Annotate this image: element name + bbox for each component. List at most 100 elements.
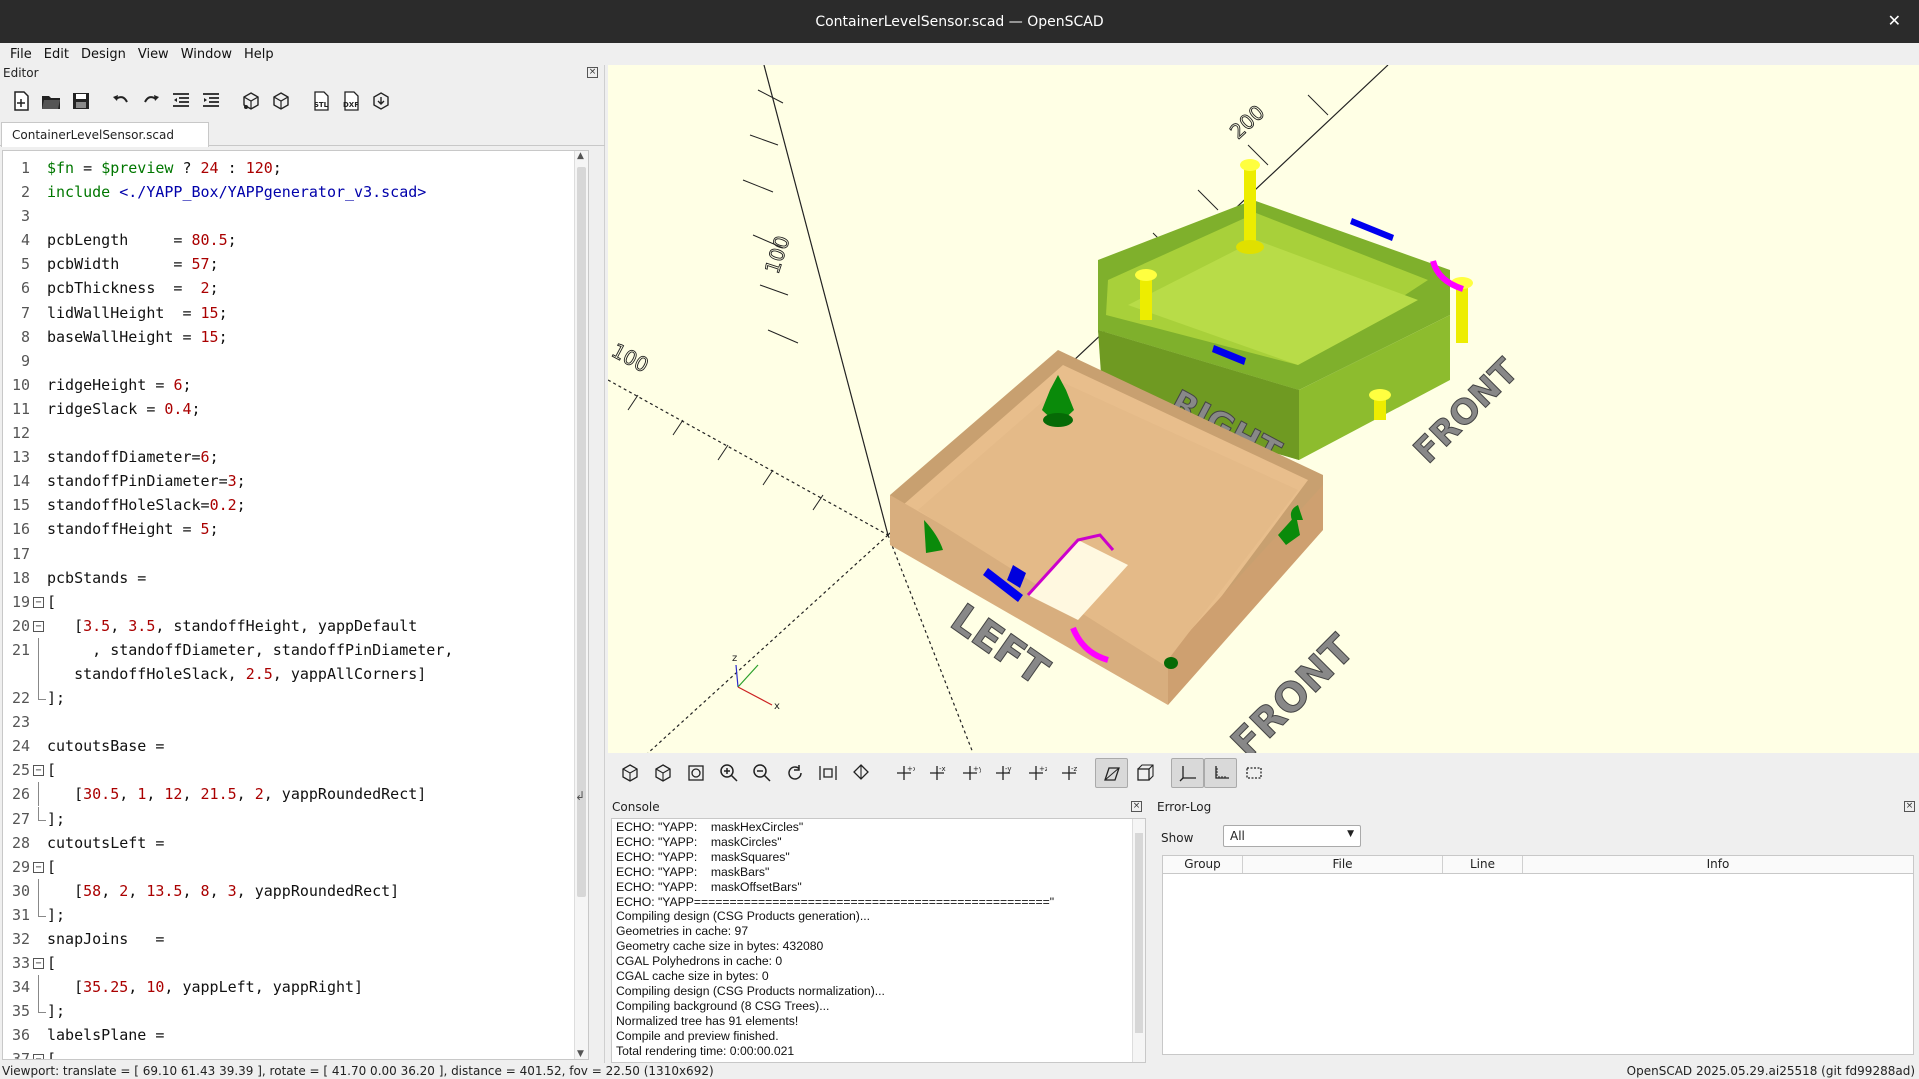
view-right-icon[interactable]: +x (887, 758, 920, 788)
code-line[interactable]: 4 pcbLength = 80.5; (3, 228, 588, 252)
error-log-table[interactable]: Group File Line Info (1162, 855, 1914, 1055)
code-line[interactable]: standoffHoleSlack, 2.5, yappAllCorners] (3, 661, 588, 686)
3d-viewport[interactable]: 100 200 100 100 100 (608, 65, 1919, 753)
preview-icon[interactable] (236, 86, 266, 116)
send-to-print-icon[interactable] (366, 86, 396, 116)
fold-toggle-icon[interactable]: − (33, 861, 44, 873)
tab-containerlevelsensor[interactable]: ContainerLevelSensor.scad (1, 122, 209, 147)
export-dxf-icon[interactable]: DXF (336, 86, 366, 116)
indent-icon[interactable] (196, 86, 226, 116)
code-line[interactable]: 36 labelsPlane = (3, 1023, 588, 1047)
code-line[interactable]: 28 cutoutsLeft = (3, 831, 588, 855)
zoom-in-icon[interactable] (712, 758, 745, 788)
code-line[interactable]: 29−[ (3, 855, 588, 879)
fold-toggle-icon[interactable]: − (33, 958, 44, 970)
code-line[interactable]: 1 $fn = $preview ? 24 : 120; (3, 156, 588, 180)
render-icon[interactable] (266, 86, 296, 116)
fold-toggle-icon[interactable]: − (33, 765, 44, 777)
code-line[interactable]: 5 pcbWidth = 57; (3, 252, 588, 276)
reset-view-icon[interactable] (778, 758, 811, 788)
code-line[interactable]: 31]; (3, 902, 588, 927)
code-line[interactable]: 23 (3, 710, 588, 734)
menu-window[interactable]: Window (175, 47, 238, 62)
code-line[interactable]: 6 pcbThickness = 2; (3, 276, 588, 300)
view-all-icon[interactable] (679, 758, 712, 788)
code-line[interactable]: 22]; (3, 686, 588, 710)
preview-view-icon[interactable] (613, 758, 646, 788)
code-line[interactable]: 17 (3, 542, 588, 566)
code-line[interactable]: 27]; (3, 806, 588, 831)
column-line[interactable]: Line (1443, 856, 1523, 873)
export-stl-icon[interactable]: STL (306, 86, 336, 116)
code-line[interactable]: 20− [3.5, 3.5, standoffHeight, yappDefau… (3, 614, 588, 638)
show-scale-icon[interactable] (1204, 758, 1237, 788)
open-file-icon[interactable] (36, 86, 66, 116)
code-line[interactable]: 12 (3, 421, 588, 445)
close-window-icon[interactable]: ✕ (1888, 11, 1901, 30)
new-file-icon[interactable] (6, 86, 36, 116)
view-left-icon[interactable]: -x (920, 758, 953, 788)
code-line[interactable]: 24 cutoutsBase = (3, 734, 588, 758)
code-line[interactable]: 33−[ (3, 951, 588, 975)
scroll-thumb[interactable] (577, 167, 586, 897)
column-group[interactable]: Group (1163, 856, 1243, 873)
view-center-icon[interactable] (811, 758, 844, 788)
code-line[interactable]: 8 baseWallHeight = 15; (3, 325, 588, 349)
code-scrollbar[interactable]: ▲ ▼ (574, 151, 588, 1059)
menu-help[interactable]: Help (238, 47, 280, 62)
view-diagonal-icon[interactable] (844, 758, 877, 788)
console-scroll-thumb[interactable] (1135, 833, 1143, 1033)
perspective-icon[interactable] (1095, 758, 1128, 788)
code-line[interactable]: 2 include <./YAPP_Box/YAPPgenerator_v3.sc… (3, 180, 588, 204)
code-line[interactable]: 34 [35.25, 10, yappLeft, yappRight] (3, 975, 588, 1000)
menu-file[interactable]: File (4, 47, 38, 62)
code-line[interactable]: 37−[ (3, 1047, 588, 1059)
code-line[interactable]: 9 (3, 349, 588, 373)
undo-icon[interactable] (106, 86, 136, 116)
view-front-icon[interactable]: -y (986, 758, 1019, 788)
fold-toggle-icon[interactable]: − (33, 620, 44, 632)
menu-edit[interactable]: Edit (38, 47, 75, 62)
unindent-icon[interactable] (166, 86, 196, 116)
console-output[interactable]: ECHO: "YAPP: maskHexCircles" ECHO: "YAPP:… (611, 818, 1146, 1063)
code-line[interactable]: 13 standoffDiameter=6; (3, 445, 588, 469)
show-filter-select[interactable]: All ▼ (1223, 825, 1361, 847)
fold-toggle-icon[interactable]: − (33, 1054, 44, 1059)
menu-view[interactable]: View (132, 47, 175, 62)
editor-close-icon[interactable]: × (587, 67, 598, 78)
fold-toggle-icon[interactable]: − (33, 596, 44, 608)
code-line[interactable]: 26 [30.5, 1, 12, 21.5, 2, yappRoundedRec… (3, 782, 588, 807)
view-top-icon[interactable]: +z (1019, 758, 1052, 788)
code-line[interactable]: 32 snapJoins = (3, 927, 588, 951)
redo-icon[interactable] (136, 86, 166, 116)
code-editor[interactable]: 1 $fn = $preview ? 24 : 120; 2 include <./Y… (2, 150, 589, 1060)
code-line[interactable]: 19−[ (3, 590, 588, 614)
code-line[interactable]: 18 pcbStands = (3, 566, 588, 590)
column-file[interactable]: File (1243, 856, 1443, 873)
scroll-up-icon[interactable]: ▲ (577, 151, 584, 161)
code-line[interactable]: 16 standoffHeight = 5; (3, 517, 588, 541)
orthogonal-icon[interactable] (1128, 758, 1161, 788)
scroll-down-icon[interactable]: ▼ (577, 1049, 584, 1059)
code-line[interactable]: 11 ridgeSlack = 0.4; (3, 397, 588, 421)
code-line[interactable]: 30 [58, 2, 13.5, 8, 3, yappRoundedRect] (3, 878, 588, 903)
code-line[interactable]: 25−[ (3, 758, 588, 782)
code-line[interactable]: 7 lidWallHeight = 15; (3, 301, 588, 325)
code-line[interactable]: 21 , standoffDiameter, standoffPinDiamet… (3, 637, 588, 662)
save-file-icon[interactable] (66, 86, 96, 116)
column-info[interactable]: Info (1523, 856, 1913, 873)
console-scrollbar[interactable] (1132, 819, 1145, 1062)
code-line[interactable]: 15 standoffHoleSlack=0.2; (3, 493, 588, 517)
show-axes-icon[interactable] (1171, 758, 1204, 788)
view-bottom-icon[interactable]: -z (1052, 758, 1085, 788)
zoom-out-icon[interactable] (745, 758, 778, 788)
console-close-icon[interactable]: × (1131, 801, 1142, 812)
show-edges-icon[interactable] (1237, 758, 1270, 788)
render-view-icon[interactable] (646, 758, 679, 788)
error-log-close-icon[interactable]: × (1904, 801, 1915, 812)
code-line[interactable]: 35]; (3, 999, 588, 1023)
menu-design[interactable]: Design (75, 47, 132, 62)
code-line[interactable]: 14 standoffPinDiameter=3; (3, 469, 588, 493)
view-back-icon[interactable]: +y (953, 758, 986, 788)
code-line[interactable]: 3 (3, 204, 588, 228)
